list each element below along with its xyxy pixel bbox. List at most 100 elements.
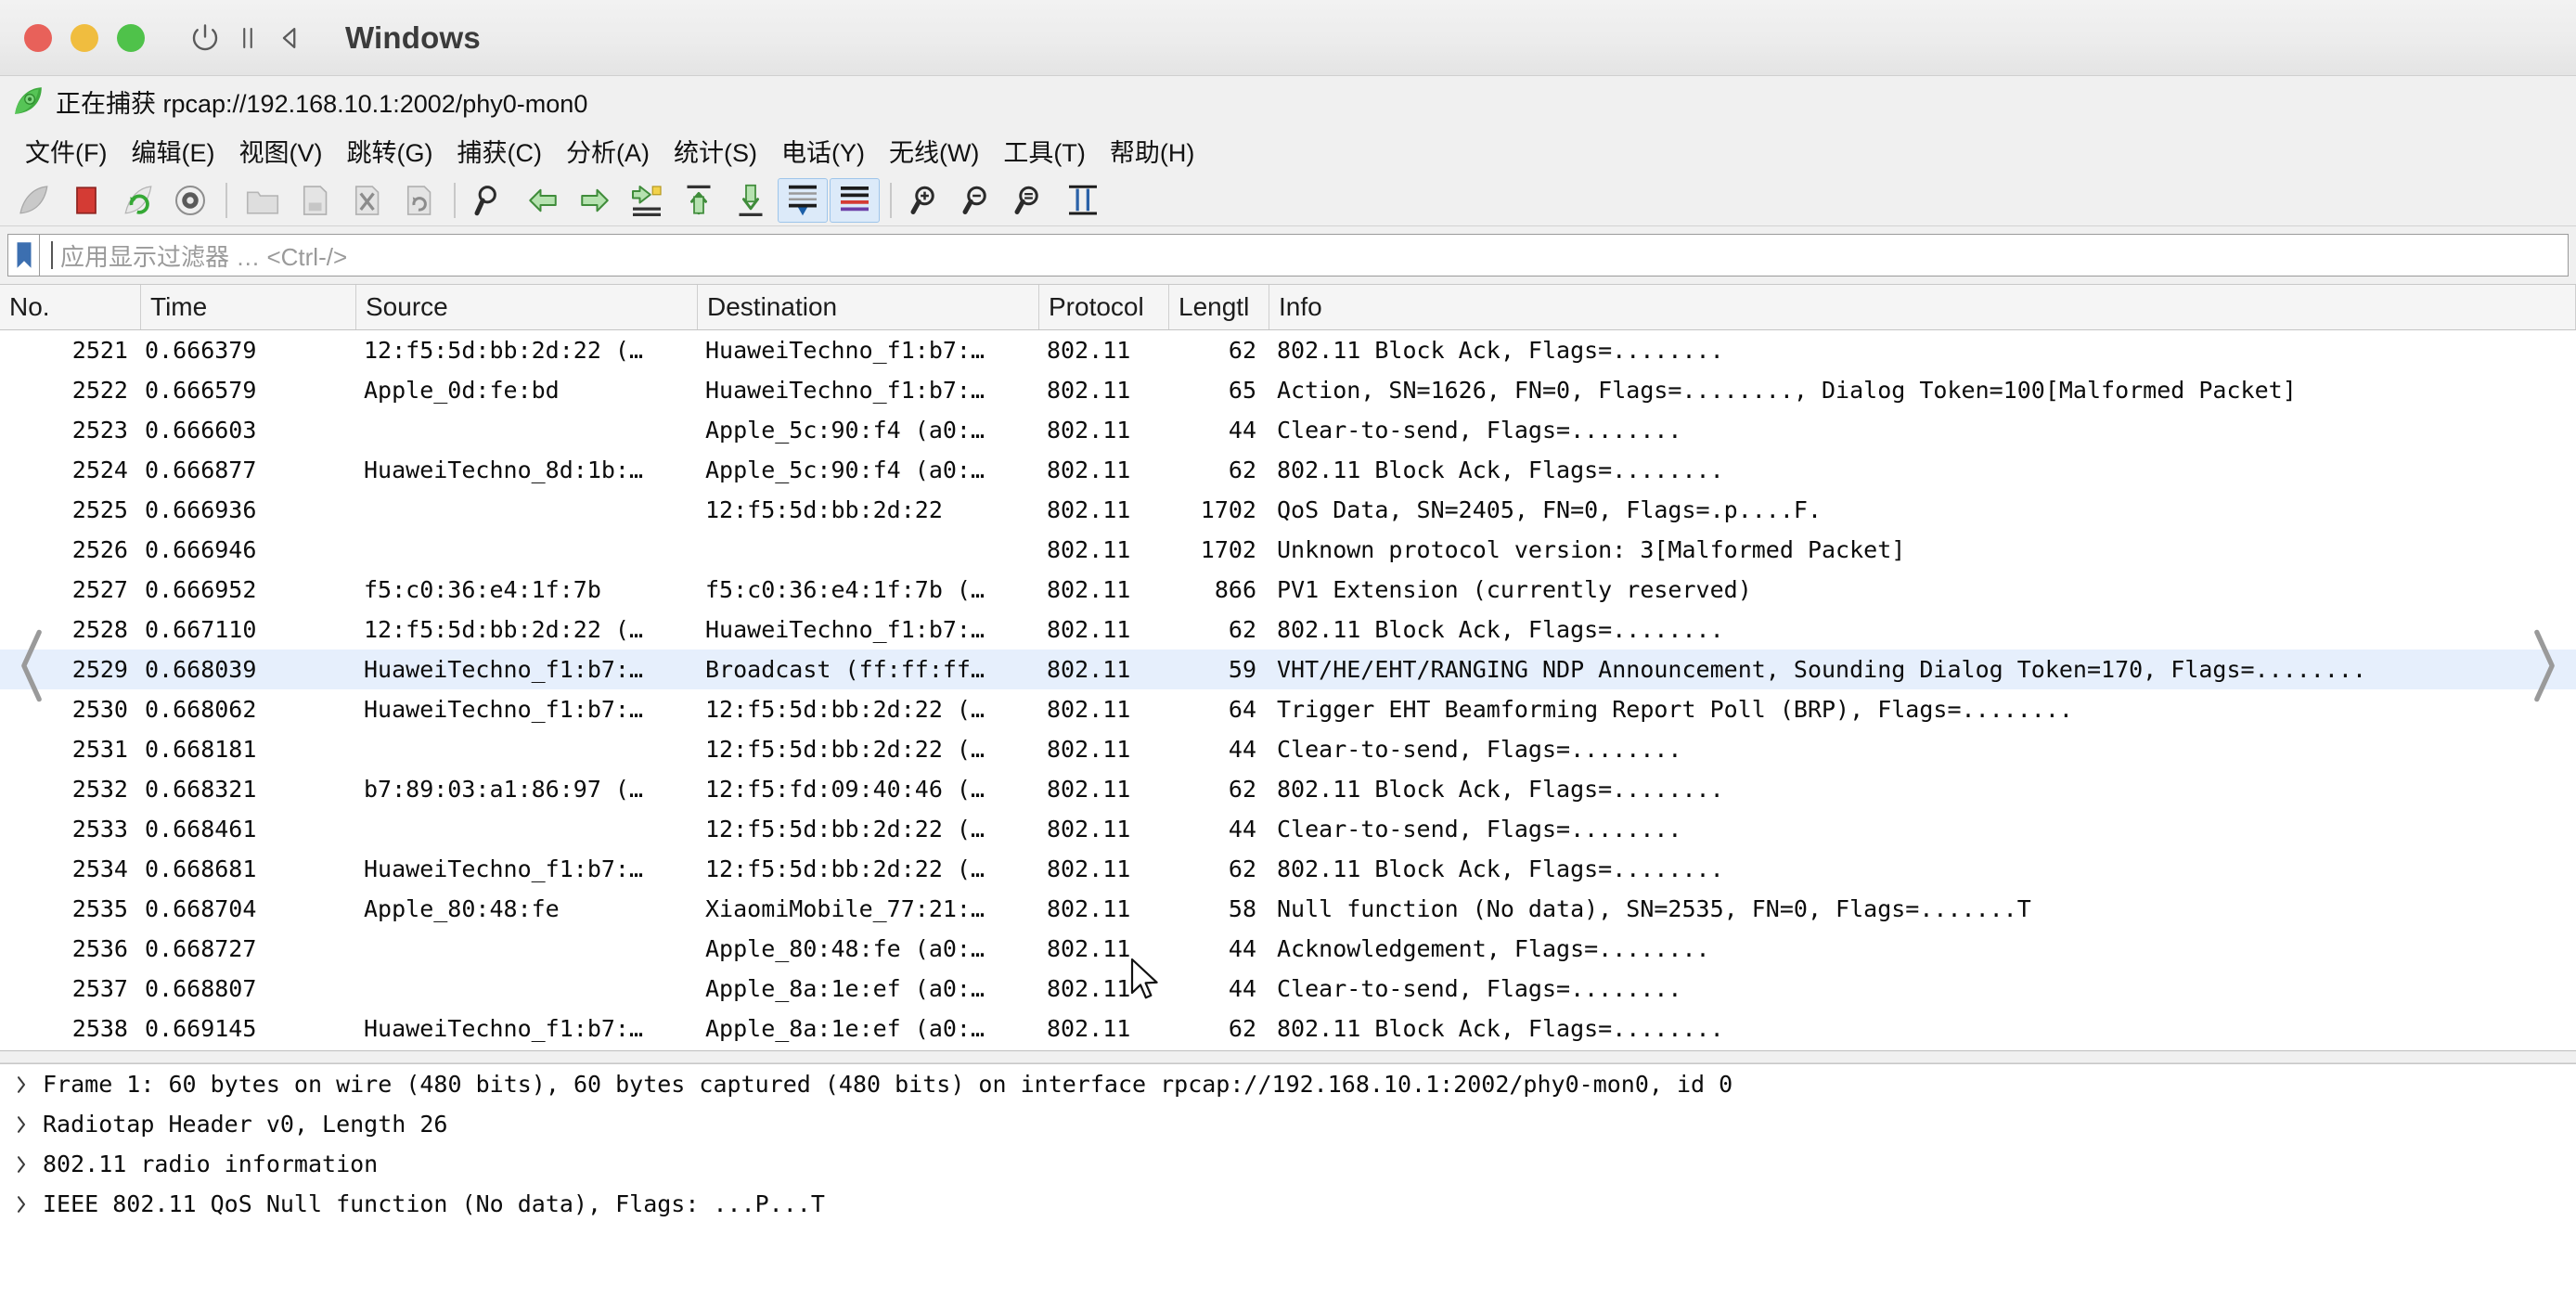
go-to-last-packet-icon[interactable] (726, 178, 776, 223)
menu-analyze[interactable]: 分析(A) (554, 131, 662, 171)
menu-edit[interactable]: 编辑(E) (119, 131, 226, 171)
cell-source: 12:f5:5d:bb:2d:22 (… (364, 616, 644, 643)
chevron-right-icon[interactable] (7, 1113, 35, 1136)
list-item[interactable]: IEEE 802.11 QoS Null function (No data),… (0, 1184, 2576, 1224)
power-icon[interactable] (184, 17, 226, 59)
table-row[interactable]: 2533 0.668461 12:f5:5d:bb:2d:22 (… 802.11 44… (0, 809, 2576, 849)
cell-no: 2526 (71, 536, 128, 563)
chevron-right-icon[interactable] (2526, 623, 2563, 713)
zoom-in-icon[interactable] (902, 178, 952, 223)
column-destination[interactable]: Destination (698, 285, 1039, 329)
cell-destination: HuaweiTechno_f1:b7:… (705, 377, 985, 404)
go-to-first-packet-icon[interactable] (674, 178, 724, 223)
table-row[interactable]: 2532 0.668321 b7:89:03:a1:86:97 (… 12:f5:fd… (0, 769, 2576, 809)
table-row[interactable]: 2525 0.666936 12:f5:5d:bb:2d:22 802.11 1702 Q… (0, 490, 2576, 530)
save-file-icon[interactable] (290, 178, 340, 223)
cell-info: Clear-to-send, Flags=........ (1277, 816, 1682, 842)
cell-time: 0.668039 (145, 656, 257, 683)
table-row[interactable]: 2537 0.668807 Apple_8a:1e:ef (a0:… 802.11 44… (0, 969, 2576, 1009)
list-item[interactable]: 802.11 radio information (0, 1144, 2576, 1184)
table-row[interactable]: 2526 0.666946 802.11 1702 Unknown protocol v… (0, 530, 2576, 570)
column-length[interactable]: Lengtl (1169, 285, 1269, 329)
filter-bookmark-icon[interactable] (7, 234, 39, 277)
auto-scroll-icon[interactable] (778, 177, 828, 223)
cell-no: 2527 (71, 576, 128, 603)
menu-tools[interactable]: 工具(T) (991, 131, 1097, 171)
pause-icon[interactable] (226, 17, 269, 59)
list-item[interactable]: Radiotap Header v0, Length 26 (0, 1104, 2576, 1144)
table-row[interactable]: 2530 0.668062 HuaweiTechno_f1:b7:… 12:f5:5d… (0, 689, 2576, 729)
reload-file-icon[interactable] (393, 178, 444, 223)
detail-row-text: Radiotap Header v0, Length 26 (43, 1111, 448, 1138)
cell-no: 2536 (71, 935, 128, 962)
toolbar-separator-2 (454, 182, 456, 218)
maximize-button[interactable] (117, 23, 145, 52)
menu-file[interactable]: 文件(F) (13, 131, 119, 171)
chevron-right-icon[interactable] (7, 1153, 35, 1176)
column-info[interactable]: Info (1269, 285, 2576, 329)
cell-time: 0.666579 (145, 377, 257, 404)
pane-splitter[interactable] (0, 1050, 2576, 1063)
menu-go[interactable]: 跳转(G) (334, 131, 444, 171)
cell-time: 0.668727 (145, 935, 257, 962)
capture-options-icon[interactable] (165, 178, 215, 223)
table-row[interactable]: 2535 0.668704 Apple_80:48:fe XiaomiMobile_7… (0, 889, 2576, 929)
cell-protocol: 802.11 (1047, 736, 1131, 763)
table-row[interactable]: 2524 0.666877 HuaweiTechno_8d:1b:… Apple_5c… (0, 450, 2576, 490)
cell-length: 44 (1228, 736, 1256, 763)
colorize-packets-icon[interactable] (830, 177, 880, 223)
column-source[interactable]: Source (356, 285, 698, 329)
minimize-button[interactable] (71, 23, 98, 52)
start-capture-icon[interactable] (9, 178, 59, 223)
zoom-reset-icon[interactable] (1006, 178, 1056, 223)
restart-capture-icon[interactable] (113, 178, 163, 223)
go-to-packet-icon[interactable] (622, 178, 672, 223)
zoom-out-icon[interactable] (954, 178, 1004, 223)
menu-capture[interactable]: 捕获(C) (444, 131, 553, 171)
packet-list[interactable]: No. Time Source Destination Protocol Len… (0, 284, 2576, 1050)
go-back-icon[interactable] (518, 178, 568, 223)
cell-destination: HuaweiTechno_f1:b7:… (705, 616, 985, 643)
go-forward-icon[interactable] (570, 178, 620, 223)
cell-no: 2531 (71, 736, 128, 763)
find-packet-icon[interactable] (466, 178, 516, 223)
close-button[interactable] (24, 23, 52, 52)
table-row[interactable]: 2531 0.668181 12:f5:5d:bb:2d:22 (… 802.11 44… (0, 729, 2576, 769)
table-row[interactable]: 2534 0.668681 HuaweiTechno_f1:b7:… 12:f5:5d… (0, 849, 2576, 889)
close-file-icon[interactable] (341, 178, 392, 223)
chevron-left-icon[interactable] (13, 623, 50, 713)
column-protocol[interactable]: Protocol (1039, 285, 1169, 329)
cell-source: HuaweiTechno_f1:b7:… (364, 855, 644, 882)
list-item[interactable]: Frame 1: 60 bytes on wire (480 bits), 60… (0, 1064, 2576, 1104)
table-row[interactable]: 2521 0.666379 12:f5:5d:bb:2d:22 (… HuaweiTe… (0, 330, 2576, 370)
packet-detail-pane[interactable]: Frame 1: 60 bytes on wire (480 bits), 60… (0, 1063, 2576, 1299)
menu-view[interactable]: 视图(V) (226, 131, 334, 171)
menu-wireless[interactable]: 无线(W) (877, 131, 991, 171)
table-row[interactable]: 2523 0.666603 Apple_5c:90:f4 (a0:… 802.11 44… (0, 410, 2576, 450)
chevron-right-icon[interactable] (7, 1074, 35, 1096)
table-row[interactable]: 2529 0.668039 HuaweiTechno_f1:b7:… Broadcas… (0, 650, 2576, 689)
table-row[interactable]: 2536 0.668727 Apple_80:48:fe (a0:… 802.11 44… (0, 929, 2576, 969)
menu-help[interactable]: 帮助(H) (1098, 131, 1206, 171)
cell-length: 44 (1228, 417, 1256, 444)
resize-columns-icon[interactable] (1058, 178, 1108, 223)
column-no[interactable]: No. (0, 285, 141, 329)
cell-protocol: 802.11 (1047, 377, 1131, 404)
host-titlebar: Windows (0, 0, 2576, 76)
table-row[interactable]: 2522 0.666579 Apple_0d:fe:bd HuaweiTechno_f… (0, 370, 2576, 410)
back-triangle-icon[interactable] (269, 17, 312, 59)
cell-protocol: 802.11 (1047, 417, 1131, 444)
stop-capture-icon[interactable] (61, 178, 111, 223)
display-filter-input[interactable]: 应用显示过滤器 … <Ctrl-/> (39, 234, 2569, 277)
menu-telephony[interactable]: 电话(Y) (769, 131, 877, 171)
table-row[interactable]: 2527 0.666952 f5:c0:36:e4:1f:7b f5:c0:36:e4… (0, 570, 2576, 610)
cell-info: 802.11 Block Ack, Flags=........ (1277, 616, 1724, 643)
menu-statistics[interactable]: 统计(S) (662, 131, 769, 171)
cell-length: 62 (1228, 776, 1256, 803)
open-file-icon[interactable] (238, 178, 288, 223)
cell-protocol: 802.11 (1047, 576, 1131, 603)
table-row[interactable]: 2528 0.667110 12:f5:5d:bb:2d:22 (… HuaweiTe… (0, 610, 2576, 650)
column-time[interactable]: Time (141, 285, 356, 329)
chevron-right-icon[interactable] (7, 1193, 35, 1215)
table-row[interactable]: 2538 0.669145 HuaweiTechno_f1:b7:… Apple_8a… (0, 1009, 2576, 1048)
